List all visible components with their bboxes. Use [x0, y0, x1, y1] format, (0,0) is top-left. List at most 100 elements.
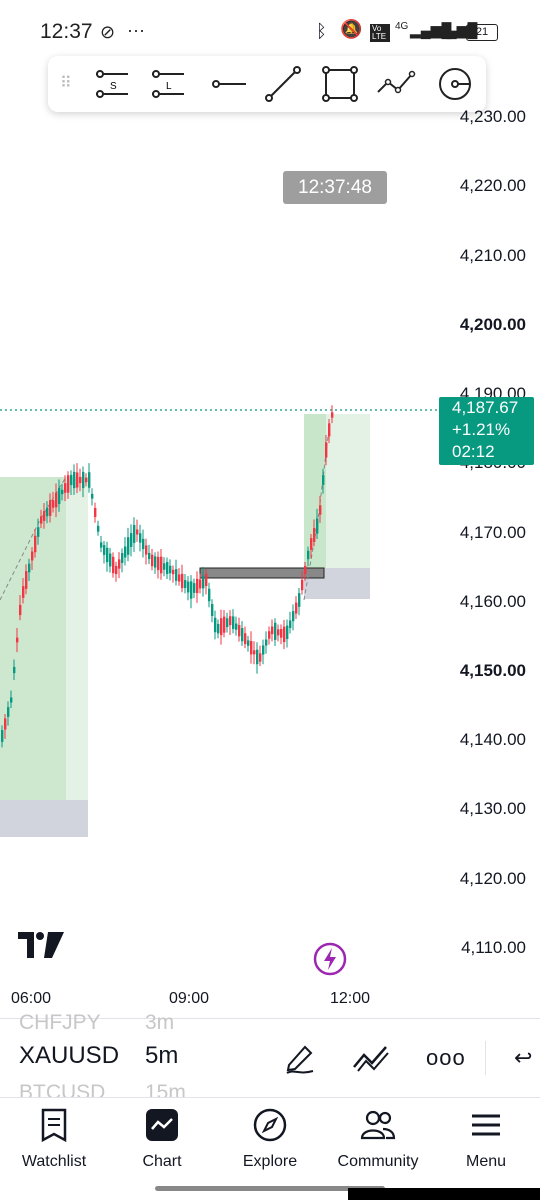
- symbol-selector[interactable]: XAUUSD: [19, 1042, 119, 1070]
- l-line-icon[interactable]: L: [148, 64, 188, 104]
- nav-community[interactable]: Community: [328, 1108, 428, 1171]
- trend-line-icon[interactable]: [263, 64, 303, 104]
- candle: [178, 574, 181, 582]
- candle: [148, 552, 151, 560]
- nav-chart[interactable]: Chart: [112, 1108, 212, 1171]
- tradingview-logo: [18, 932, 64, 958]
- price-tick: 4,110.00: [461, 938, 526, 957]
- nav-explore[interactable]: Explore: [220, 1108, 320, 1171]
- candle: [319, 505, 322, 515]
- lightning-icon[interactable]: [313, 942, 347, 976]
- price-chart[interactable]: [0, 0, 540, 1020]
- candle: [259, 653, 262, 662]
- candle: [118, 559, 121, 569]
- candle: [52, 500, 55, 508]
- candle: [109, 553, 112, 567]
- candle: [223, 616, 226, 633]
- compass-icon: [253, 1108, 287, 1142]
- candle: [73, 471, 76, 489]
- path-icon[interactable]: [376, 64, 416, 104]
- price-tick: 4,230.00: [459, 107, 526, 126]
- divider: [485, 1041, 486, 1075]
- prev-interval[interactable]: 3m: [145, 1011, 174, 1035]
- candle: [16, 637, 19, 643]
- candle: [157, 556, 160, 571]
- more-options-icon[interactable]: ooo: [426, 1045, 466, 1071]
- price-tick: 4,220.00: [459, 176, 526, 195]
- candle: [196, 578, 199, 594]
- candle: [1, 730, 4, 742]
- candle: [202, 575, 205, 589]
- candle: [274, 622, 277, 640]
- prev-symbol[interactable]: CHFJPY: [19, 1011, 101, 1035]
- nav-label: Menu: [465, 1153, 507, 1170]
- price-tick: 4,210.00: [459, 246, 526, 265]
- candle: [181, 573, 184, 589]
- price-change: +1.21%: [452, 420, 511, 439]
- candle: [244, 633, 247, 645]
- candle: [145, 545, 148, 555]
- rectangle-icon[interactable]: [320, 64, 360, 104]
- interval-selector[interactable]: 5m: [145, 1042, 178, 1070]
- candle: [169, 565, 172, 574]
- candle: [97, 525, 100, 532]
- candle: [37, 527, 40, 537]
- undo-icon[interactable]: ↩: [514, 1045, 532, 1071]
- candle: [292, 611, 295, 622]
- candle: [151, 554, 154, 567]
- candle: [199, 579, 202, 589]
- candle: [172, 569, 175, 575]
- candle: [46, 507, 49, 517]
- draw-pen-icon[interactable]: [283, 1041, 317, 1075]
- time-tick: 06:00: [11, 990, 52, 1007]
- candle: [289, 620, 292, 628]
- candle: [265, 639, 268, 646]
- candle: [313, 528, 316, 542]
- s-line-icon[interactable]: S: [92, 64, 132, 104]
- price-tick: 4,120.00: [459, 869, 526, 888]
- nav-label: Explore: [242, 1153, 298, 1170]
- time-tick: 12:00: [330, 990, 371, 1007]
- candle: [4, 718, 7, 730]
- watchlist-icon: [41, 1108, 67, 1143]
- drawing-toolbar: ⠿ S L: [48, 56, 486, 112]
- candle: [295, 602, 298, 614]
- candle: [205, 573, 208, 587]
- candle: [91, 493, 94, 499]
- chart-clock: 12:37:48: [283, 171, 387, 204]
- candle: [211, 604, 214, 616]
- drag-handle-icon[interactable]: ⠿: [60, 73, 73, 93]
- circle-tool-icon[interactable]: [435, 64, 475, 104]
- candle: [13, 666, 16, 674]
- bar-countdown: 02:12: [452, 442, 495, 461]
- candle: [247, 640, 250, 646]
- candle: [130, 533, 133, 547]
- candle: [310, 538, 313, 550]
- candle: [232, 616, 235, 629]
- candle: [28, 563, 31, 573]
- nav-label: Watchlist: [21, 1153, 87, 1170]
- symbol-bar: CHFJPY 3m XAUUSD 5m BTCUSD 15m ooo ↩: [0, 1011, 540, 1104]
- candle: [301, 579, 304, 591]
- indicators-icon[interactable]: [352, 1041, 390, 1075]
- candle: [34, 535, 37, 553]
- svg-text:S: S: [110, 81, 117, 92]
- candle: [316, 518, 319, 534]
- candle: [193, 583, 196, 593]
- candle: [268, 631, 271, 639]
- candle: [76, 472, 79, 488]
- nav-menu[interactable]: Menu: [436, 1108, 536, 1171]
- candle: [322, 475, 325, 485]
- position-target-zone-light: [66, 477, 88, 800]
- nav-watchlist[interactable]: Watchlist: [4, 1108, 104, 1171]
- candle: [160, 556, 163, 574]
- candle: [175, 569, 178, 581]
- position-stop-zone: [0, 800, 88, 837]
- candle: [22, 586, 25, 598]
- candle: [103, 545, 106, 555]
- candle: [19, 604, 22, 616]
- svg-text:L: L: [166, 81, 172, 92]
- horizontal-line-icon[interactable]: [208, 64, 248, 104]
- candle: [61, 489, 64, 495]
- nav-label: Community: [337, 1153, 419, 1170]
